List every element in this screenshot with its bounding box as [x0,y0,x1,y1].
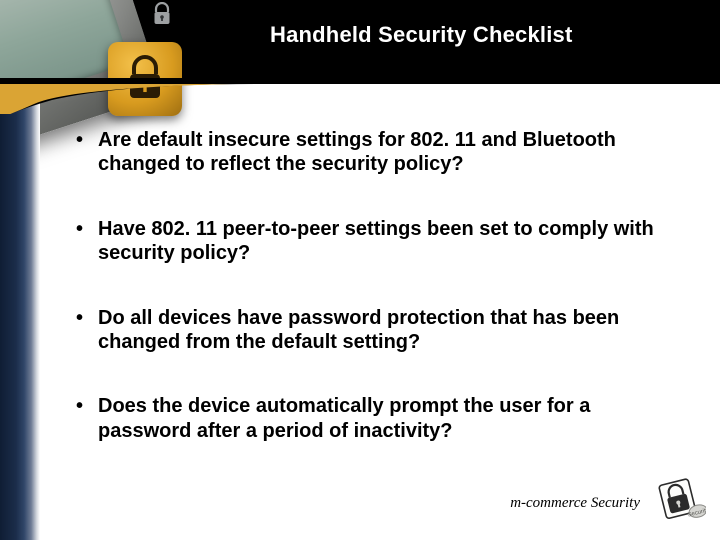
footer-lock-icon: Security [654,471,706,528]
bullet-list: Are default insecure settings for 802. 1… [70,128,680,483]
bullet-item: Are default insecure settings for 802. 1… [70,128,680,177]
bullet-item: Does the device automatically prompt the… [70,394,680,443]
left-accent-bar [0,78,40,540]
slide-title: Handheld Security Checklist [270,22,573,48]
bullet-item: Do all devices have password protection … [70,306,680,355]
lock-badge-icon [108,42,182,116]
slide: Handheld Security Checklist Are default … [0,0,720,540]
footer-label: m-commerce Security [510,495,640,512]
lock-icon [152,2,172,31]
bullet-item: Have 802. 11 peer-to-peer settings been … [70,217,680,266]
